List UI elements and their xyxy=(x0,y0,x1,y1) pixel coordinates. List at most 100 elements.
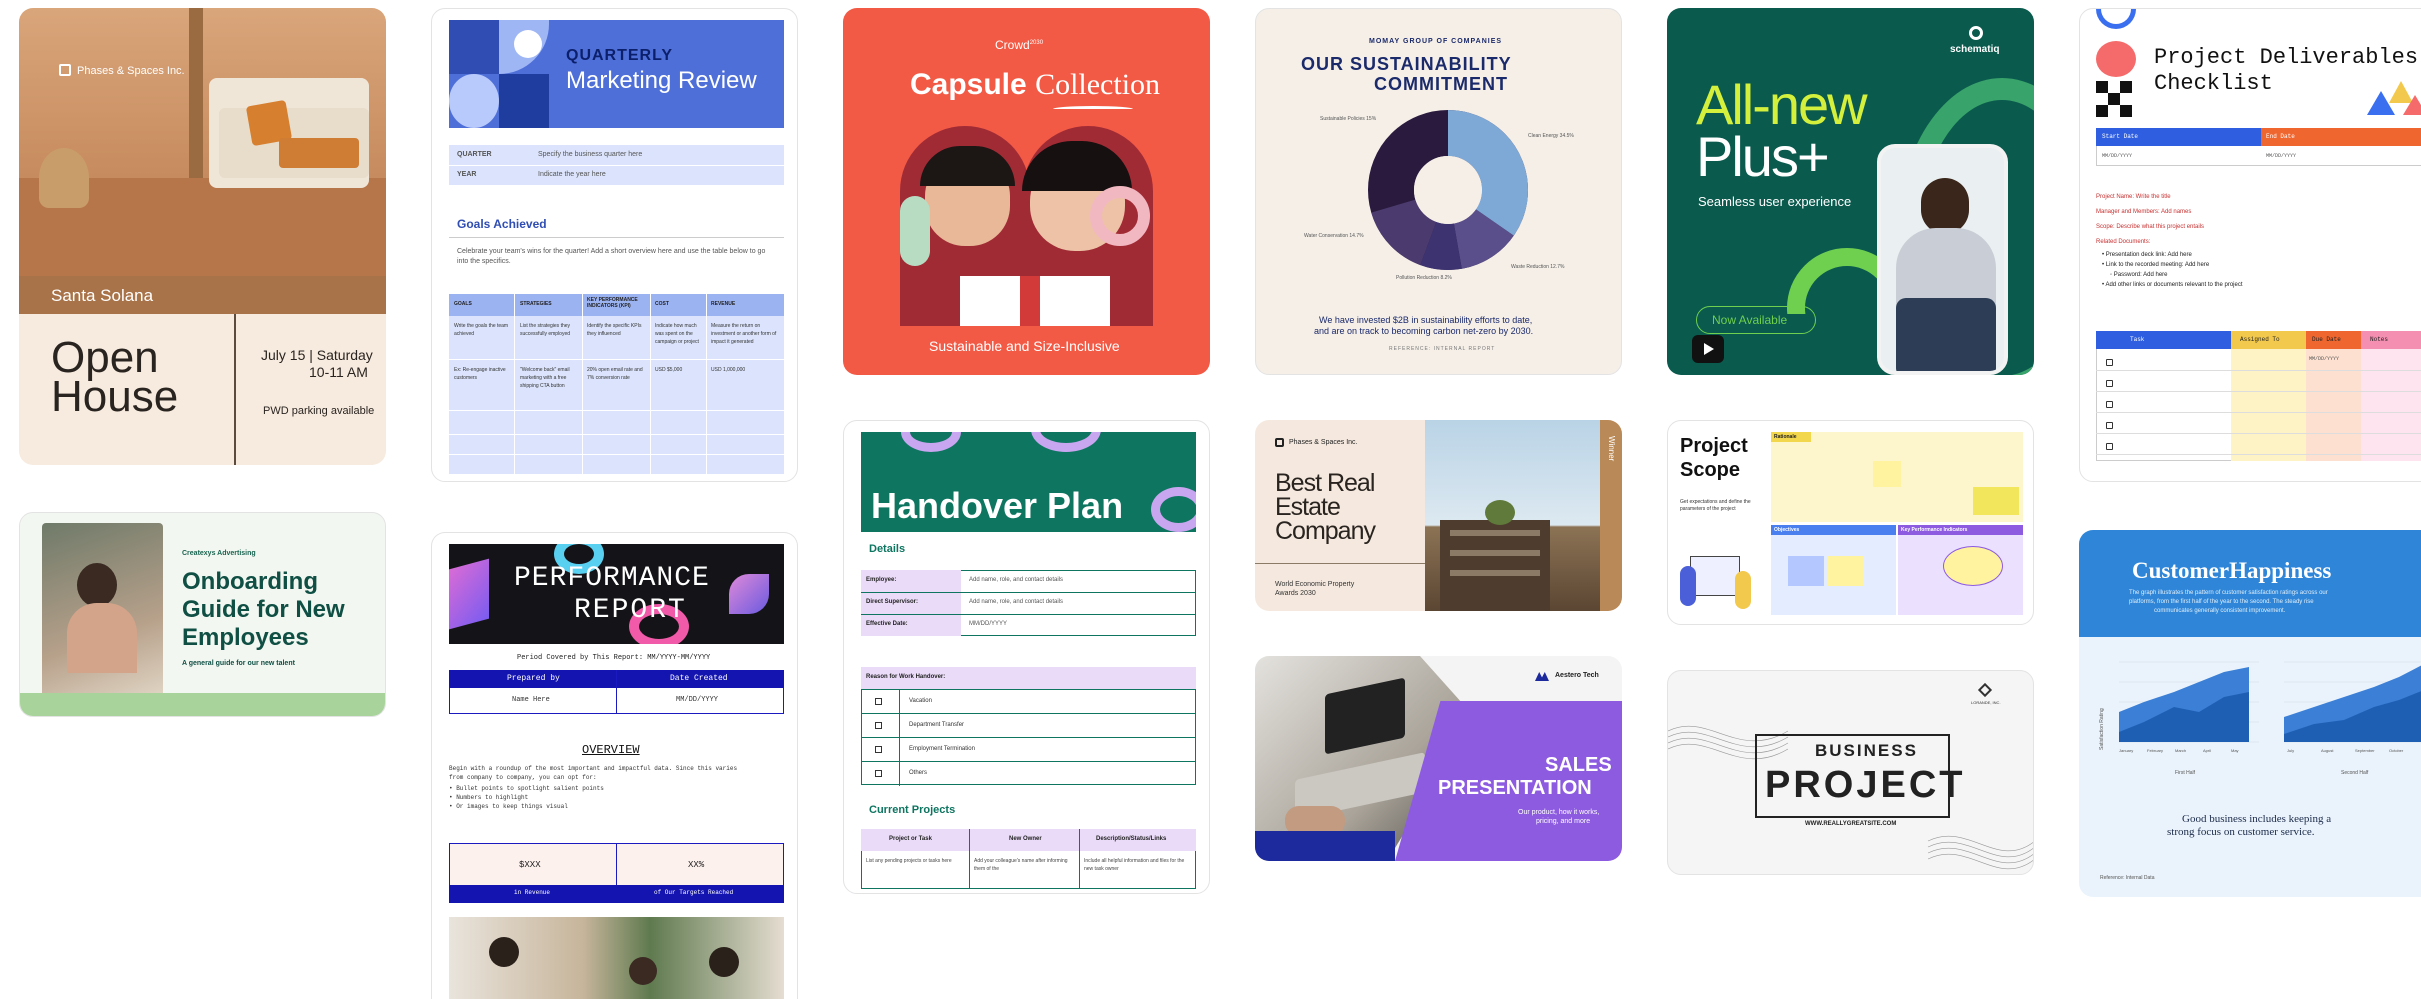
label-water-conservation: Water Conservation 14.7% xyxy=(1304,233,1364,239)
x-tick-label: October xyxy=(2389,748,2404,753)
play-icon[interactable] xyxy=(1692,335,1724,363)
task-checkbox[interactable] xyxy=(2106,443,2113,450)
title-line3: Company xyxy=(1275,517,1376,545)
employee-value: Add name, role, and contact details xyxy=(969,577,1064,583)
template-card-capsule-collection[interactable]: Crowd2030 Capsule Collection Sustainable… xyxy=(843,8,1210,375)
title-line2: Plus+ xyxy=(1696,125,1830,188)
reference: REFERENCE: INTERNAL REPORT xyxy=(1389,346,1496,352)
header-3d-art xyxy=(449,544,784,644)
proj-header-desc: Description/Status/Links xyxy=(1096,836,1167,842)
th-strategies: STRATEGIES xyxy=(520,301,552,307)
year-label: YEAR xyxy=(457,171,477,178)
th-cost: COST xyxy=(655,301,669,307)
cell-a3: Indicate how much was spent on the campa… xyxy=(655,323,699,345)
template-card-real-estate[interactable]: Winner Phases & Spaces Inc. Best Real Es… xyxy=(1255,420,1622,611)
overview-heading: OVERVIEW xyxy=(582,743,640,757)
cell-a2: Identify the specific KPIs they influenc… xyxy=(587,323,642,337)
template-card-handover-plan[interactable]: Handover Plan Details Employee: Add name… xyxy=(843,420,1210,894)
th-due: Due Date xyxy=(2312,336,2341,343)
cell-a1: List the strategies they successfully em… xyxy=(520,323,571,337)
award-line1: World Economic Property xyxy=(1275,581,1355,588)
area-chart-first-half xyxy=(2119,661,2259,743)
template-card-onboarding[interactable]: Createxys Advertising Onboarding Guide f… xyxy=(19,512,386,717)
goals-table xyxy=(449,294,784,474)
intro-text: Celebrate your team's wins for the quart… xyxy=(457,248,766,265)
underline-swash xyxy=(1053,106,1133,112)
template-card-plus[interactable]: schematiq All-new Plus+ Seamless user ex… xyxy=(1667,8,2034,375)
reason-row: Department Transfer xyxy=(861,713,1196,738)
title-line2: PROJECT xyxy=(1765,764,1966,806)
brand-logo-icon xyxy=(59,64,71,76)
label-pollution-reduction: Pollution Reduction 8.2% xyxy=(1396,275,1452,281)
cell-b4: USD 1,000,000 xyxy=(711,367,746,373)
now-available-button[interactable]: Now Available xyxy=(1696,306,1816,334)
first-half-label: First Half xyxy=(2175,770,2195,776)
brand-logo-icon xyxy=(1969,26,1983,40)
reason-checkbox[interactable] xyxy=(875,698,882,705)
brand-name: Crowd2030 xyxy=(995,38,1044,52)
bullet-1: • Bullet points to spotlight salient poi… xyxy=(449,785,604,792)
reason-header: Reason for Work Handover: xyxy=(866,674,946,680)
x-tick-label: May xyxy=(2231,748,2239,753)
overview-body-1: Begin with a roundup of the most importa… xyxy=(449,765,738,772)
template-card-sustainability[interactable]: MOMAY GROUP OF COMPANIES OUR SUSTAINABIL… xyxy=(1255,8,1622,375)
second-half-label: Second Half xyxy=(2341,770,2369,776)
period-text: Period Covered by This Report: MM/YYYY-M… xyxy=(517,654,711,662)
geometric-pattern-icon xyxy=(449,20,549,128)
x-tick-label: July xyxy=(2287,748,2295,753)
reason-checkbox[interactable] xyxy=(875,722,882,729)
headline-line2: House xyxy=(51,372,179,421)
stat-revenue-value: $XXX xyxy=(519,860,541,870)
quarter-value: Specify the business quarter here xyxy=(538,151,643,158)
field-project-name: Project Name: Write the title xyxy=(2096,194,2171,200)
x-tick-label: February xyxy=(2147,748,2164,753)
event-date: July 15 | Saturday xyxy=(261,347,373,363)
section-goals: Goals Achieved xyxy=(457,217,547,231)
title-line1: Onboarding xyxy=(182,568,318,595)
field-manager: Manager and Members: Add names xyxy=(2096,209,2192,215)
doc-recording-link: • Link to the recorded meeting: Add here xyxy=(2102,262,2210,268)
task-checkbox[interactable] xyxy=(2106,422,2113,429)
task-checkbox[interactable] xyxy=(2106,401,2113,408)
title-line1: QUARTERLY xyxy=(566,47,674,64)
task-checkbox[interactable] xyxy=(2106,380,2113,387)
template-card-quarterly-review[interactable]: QUARTERLY Marketing Review QUARTER Speci… xyxy=(431,8,798,482)
title-line1: BUSINESS xyxy=(1815,741,1918,760)
company-name: MOMAY GROUP OF COMPANIES xyxy=(1369,38,1503,45)
reason-checkbox[interactable] xyxy=(875,746,882,753)
template-card-sales-presentation[interactable]: Aestero Tech SALES PRESENTATION Our prod… xyxy=(1255,656,1622,861)
reason-checkbox[interactable] xyxy=(875,770,882,777)
th-assigned: Assigned To xyxy=(2240,336,2280,343)
cell-b0: Ex: Re-engage inactive customers xyxy=(454,367,506,381)
title-line2: Guide for New xyxy=(182,596,345,623)
subtitle-line1: The graph illustrates the pattern of cus… xyxy=(2129,590,2328,596)
field-scope: Scope: Describe what this project entail… xyxy=(2096,224,2205,230)
title-line1: Project Deliverables xyxy=(2154,45,2419,70)
triangles-icon xyxy=(2367,81,2421,121)
start-date-label: Start Date xyxy=(2102,133,2139,140)
cell-b3: USD $5,000 xyxy=(655,367,683,373)
website-url: WWW.REALLYGREATSITE.COM xyxy=(1805,821,1897,827)
template-card-open-house[interactable]: Phases & Spaces Inc. Santa Solana Open H… xyxy=(19,8,386,465)
due-date-value: MM/DD/YYYY xyxy=(2309,356,2340,362)
kpi-label: Key Performance Indicators xyxy=(1901,527,1968,533)
field-related-docs: Related Documents: xyxy=(2096,239,2151,245)
place-name: Santa Solana xyxy=(51,286,154,305)
template-card-business-project[interactable]: LORANDE, INC. BUSINESS PROJECT WWW.REALL… xyxy=(1667,670,2034,875)
photo-building xyxy=(1425,420,1600,611)
supervisor-label: Direct Supervisor: xyxy=(866,599,919,605)
x-tick-label: March xyxy=(2175,748,2187,753)
task-checkbox[interactable] xyxy=(2106,359,2113,366)
subtitle-line2: pricing, and more xyxy=(1536,818,1591,825)
photo-models xyxy=(900,126,1153,326)
template-card-customer-happiness[interactable]: CustomerHappiness The graph illustrates … xyxy=(2079,530,2421,897)
template-card-deliverables-checklist[interactable]: Project Deliverables Checklist Start Dat… xyxy=(2079,8,2421,482)
employee-label: Employee: xyxy=(866,577,897,583)
quarter-label: QUARTER xyxy=(457,151,492,158)
template-card-project-scope[interactable]: Project Scope Get expectations and defin… xyxy=(1667,420,2034,625)
template-card-performance-report[interactable]: PERFORMANCE REPORT Period Covered by Thi… xyxy=(431,532,798,999)
proj-cell-owner: Add your colleague's name after informin… xyxy=(974,858,1068,872)
reason-row: Employment Termination xyxy=(861,737,1196,762)
title-line1: Project xyxy=(1680,435,1748,457)
title-line1: OUR SUSTAINABILITY xyxy=(1301,54,1512,74)
